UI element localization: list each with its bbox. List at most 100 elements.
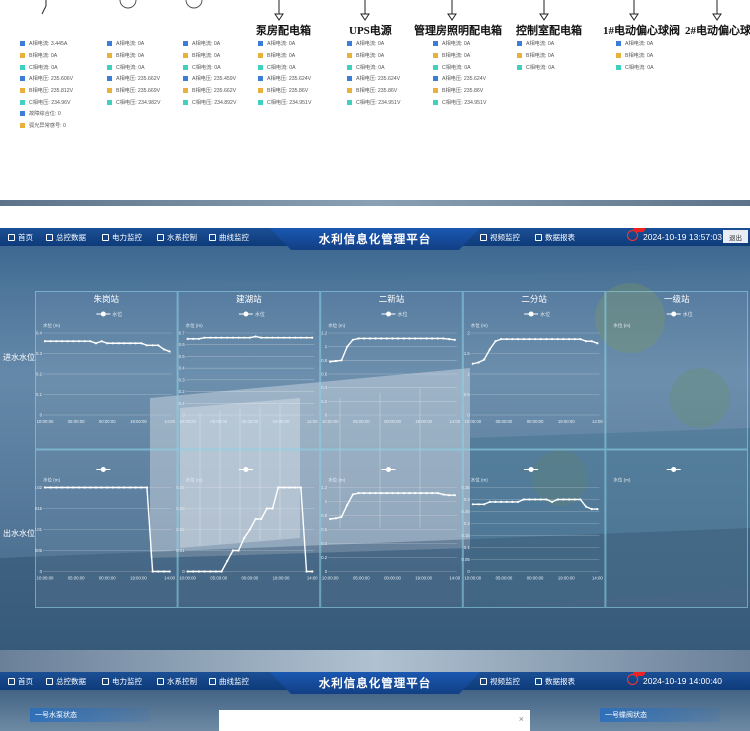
row-label-inlet: 进水水位 xyxy=(3,353,35,362)
nav-item-power[interactable]: 电力监控 xyxy=(102,228,142,246)
reading-row: C相电流: 0A xyxy=(20,61,73,73)
data-point xyxy=(522,338,525,341)
status-square-icon xyxy=(517,41,522,47)
status-square-icon xyxy=(433,64,438,70)
data-point xyxy=(340,515,343,518)
data-point xyxy=(231,336,235,339)
data-point xyxy=(483,358,486,361)
exit-button[interactable]: 退出 xyxy=(723,230,748,243)
equipment-title: UPS电源 xyxy=(349,25,392,37)
chart-icon xyxy=(209,233,216,241)
status-square-icon xyxy=(107,41,112,47)
reading-row: C相电压: 234.951V xyxy=(433,96,486,108)
data-point xyxy=(151,344,154,347)
reading-label: A相电流: 0A xyxy=(442,41,471,48)
reading-label: B相电压: 235.86V xyxy=(267,88,309,95)
nav-item-curves[interactable]: 曲线监控 xyxy=(209,672,249,690)
axis-label-y: 水位 (m) xyxy=(471,477,488,483)
reading-row: A相电压: 235.662V xyxy=(107,73,160,85)
status-square-icon xyxy=(20,123,25,129)
y-tick-label: 0.4 xyxy=(321,385,328,390)
axis-label-y: 水位 (m) xyxy=(613,322,630,328)
reading-row: B相电压: 235.86V xyxy=(347,85,400,97)
reading-label: A相电压: 235.624V xyxy=(356,76,401,83)
x-tick-label: 00:00:00 xyxy=(384,419,401,424)
nav-item-water[interactable]: 水系控制 xyxy=(157,228,197,246)
data-point xyxy=(77,340,81,343)
axis-label-y: 水位 (m) xyxy=(471,322,488,328)
y-tick-label: 0.5 xyxy=(179,354,186,359)
legend-label: 水位 xyxy=(683,311,693,318)
data-point xyxy=(505,338,508,341)
data-point xyxy=(237,549,240,552)
reading-label: A相电流: 0A xyxy=(116,41,145,48)
data-point xyxy=(346,503,349,507)
reading-label: B相电流: 0A xyxy=(267,53,296,60)
y-tick-label: 0.02 xyxy=(35,485,43,490)
data-point xyxy=(511,338,514,341)
y-tick-label: 0.6 xyxy=(179,342,186,347)
nav-item-overview[interactable]: 总控数据 xyxy=(46,672,86,690)
data-point xyxy=(442,337,445,340)
data-point xyxy=(288,336,291,339)
nav-item-reports[interactable]: 数据报表 xyxy=(535,228,575,246)
y-tick-label: 1 xyxy=(325,499,328,504)
reading-row: A相电流: 0A xyxy=(107,38,160,50)
axis-label-y: 水位 (m) xyxy=(328,477,345,483)
nav-item-home[interactable]: 首页 xyxy=(8,228,33,246)
grid-icon xyxy=(46,233,53,241)
nav-item-home[interactable]: 首页 xyxy=(8,672,33,690)
y-tick-label: 0 xyxy=(182,569,185,574)
x-tick-label: 05:00:00 xyxy=(353,419,370,424)
equipment-title: 1#电动偏心球阀 xyxy=(603,25,680,37)
data-point xyxy=(517,500,520,503)
reading-label: C相电压: 234.96V xyxy=(29,99,71,106)
legend-marker xyxy=(243,467,249,472)
x-tick-label: 05:00:00 xyxy=(68,419,85,424)
status-square-icon xyxy=(616,53,621,59)
nav-item-video[interactable]: 视频监控 xyxy=(480,228,520,246)
data-point xyxy=(596,342,599,345)
video-icon xyxy=(480,677,487,685)
data-point xyxy=(340,359,343,362)
nav-item-reports[interactable]: 数据报表 xyxy=(535,672,575,690)
reading-label: B相电压: 235.86V xyxy=(356,88,398,95)
site-title: 一级站 xyxy=(664,294,690,304)
nav-item-overview[interactable]: 总控数据 xyxy=(46,228,86,246)
close-icon[interactable]: × xyxy=(519,714,524,724)
x-tick-label: 10:00:00 xyxy=(322,419,339,424)
data-point xyxy=(488,500,491,503)
reading-column: A相电流: 0A B相电流: 0A C相电流: 0A A相电压: 235.624V B相… xyxy=(258,38,311,108)
y-tick-label: 0.3 xyxy=(36,351,43,356)
status-square-icon xyxy=(20,111,25,117)
clock: 2024-10-19 14:00:40 xyxy=(643,676,722,686)
reading-label: C相电流: 0A xyxy=(267,64,296,71)
data-point xyxy=(226,559,229,563)
nav-item-power[interactable]: 电力监控 xyxy=(102,672,142,690)
data-point xyxy=(117,486,120,489)
data-point xyxy=(567,338,571,341)
nav-item-curves[interactable]: 曲线监控 xyxy=(209,228,249,246)
nav-item-video[interactable]: 视频监控 xyxy=(480,672,520,690)
data-point xyxy=(294,336,297,339)
reading-label: 弧光异常感号: 0 xyxy=(29,123,66,130)
status-square-icon xyxy=(258,41,263,47)
power-icon xyxy=(102,233,109,241)
status-square-icon xyxy=(433,53,438,59)
reading-row: B相电压: 235.669V xyxy=(107,85,160,97)
valve-status-header: 一号蝶阀状态 xyxy=(600,708,720,722)
data-point xyxy=(596,508,599,511)
data-point xyxy=(248,528,251,531)
data-point xyxy=(197,570,201,573)
chart-cell-border xyxy=(177,291,321,450)
y-tick-label: 1.2 xyxy=(321,485,328,490)
x-tick-label: 19:00:00 xyxy=(273,419,290,424)
data-point xyxy=(425,337,428,340)
data-point xyxy=(385,492,388,495)
reading-row: A相电压: 235.606V xyxy=(20,73,73,85)
nav-item-water[interactable]: 水系控制 xyxy=(157,672,197,690)
data-point xyxy=(414,492,417,495)
data-point xyxy=(408,492,411,495)
y-tick-label: 0 xyxy=(182,413,185,418)
data-point xyxy=(49,486,52,489)
